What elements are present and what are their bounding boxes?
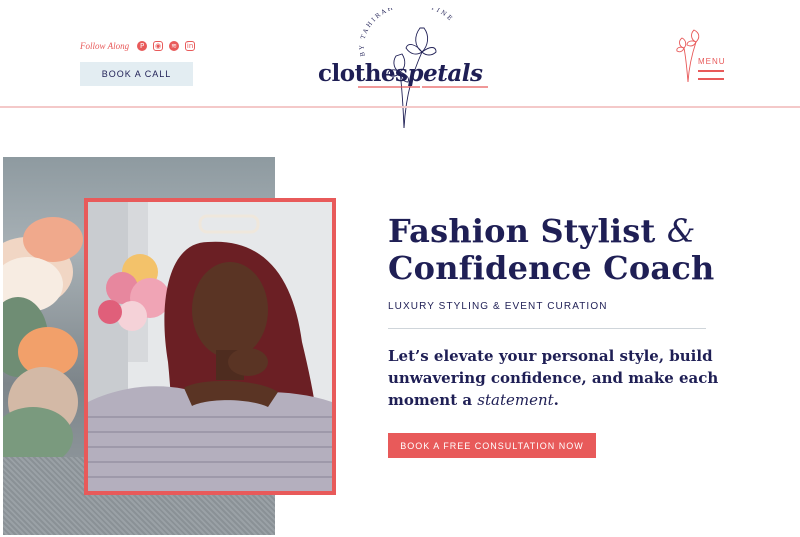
instagram-icon[interactable]: ◉ [153,41,164,51]
site-header: Follow Along P ◉ ≋ in BOOK A CALL BY TAH… [0,0,800,129]
hero-text: Fashion Stylist & Confidence Coach LUXUR… [388,213,768,458]
hero-title-line2: Confidence Coach [388,249,715,287]
book-consultation-button[interactable]: BOOK A FREE CONSULTATION NOW [388,433,596,458]
portrait-illustration [88,202,332,491]
menu-line-1 [698,70,724,72]
book-a-call-button[interactable]: BOOK A CALL [80,62,193,86]
stylist-portrait-photo [84,198,336,495]
menu-label: MENU [698,57,726,66]
logo-wordmark: clothespetals [318,60,483,87]
pinterest-icon[interactable]: P [137,41,148,51]
logo-word-clothes: clothes [318,60,408,87]
social-follow: Follow Along P ◉ ≋ in [80,41,196,51]
linkedin-icon[interactable]: in [185,41,196,51]
menu-flower-icon [676,29,700,83]
hero-title-ampersand: & [666,212,696,250]
logo-word-petals: petals [407,60,483,87]
spotify-icon[interactable]: ≋ [169,41,180,51]
site-logo[interactable]: BY TAHIRAH CHRISTINE clothespetals [310,8,500,130]
hero-rule [388,328,706,329]
menu-line-2 [698,78,724,80]
hero-lead-end: . [553,391,559,409]
hero-lead-emphasis: statement [477,391,554,409]
hero-subtitle: LUXURY STYLING & EVENT CURATION [388,301,608,312]
follow-label: Follow Along [80,41,130,51]
hero-title: Fashion Stylist & Confidence Coach [388,213,768,287]
header-divider [0,106,800,108]
menu-button[interactable]: MENU [672,28,732,84]
hero-lead: Let’s elevate your personal style, build… [388,345,733,411]
hero-title-line1: Fashion Stylist [388,212,656,250]
